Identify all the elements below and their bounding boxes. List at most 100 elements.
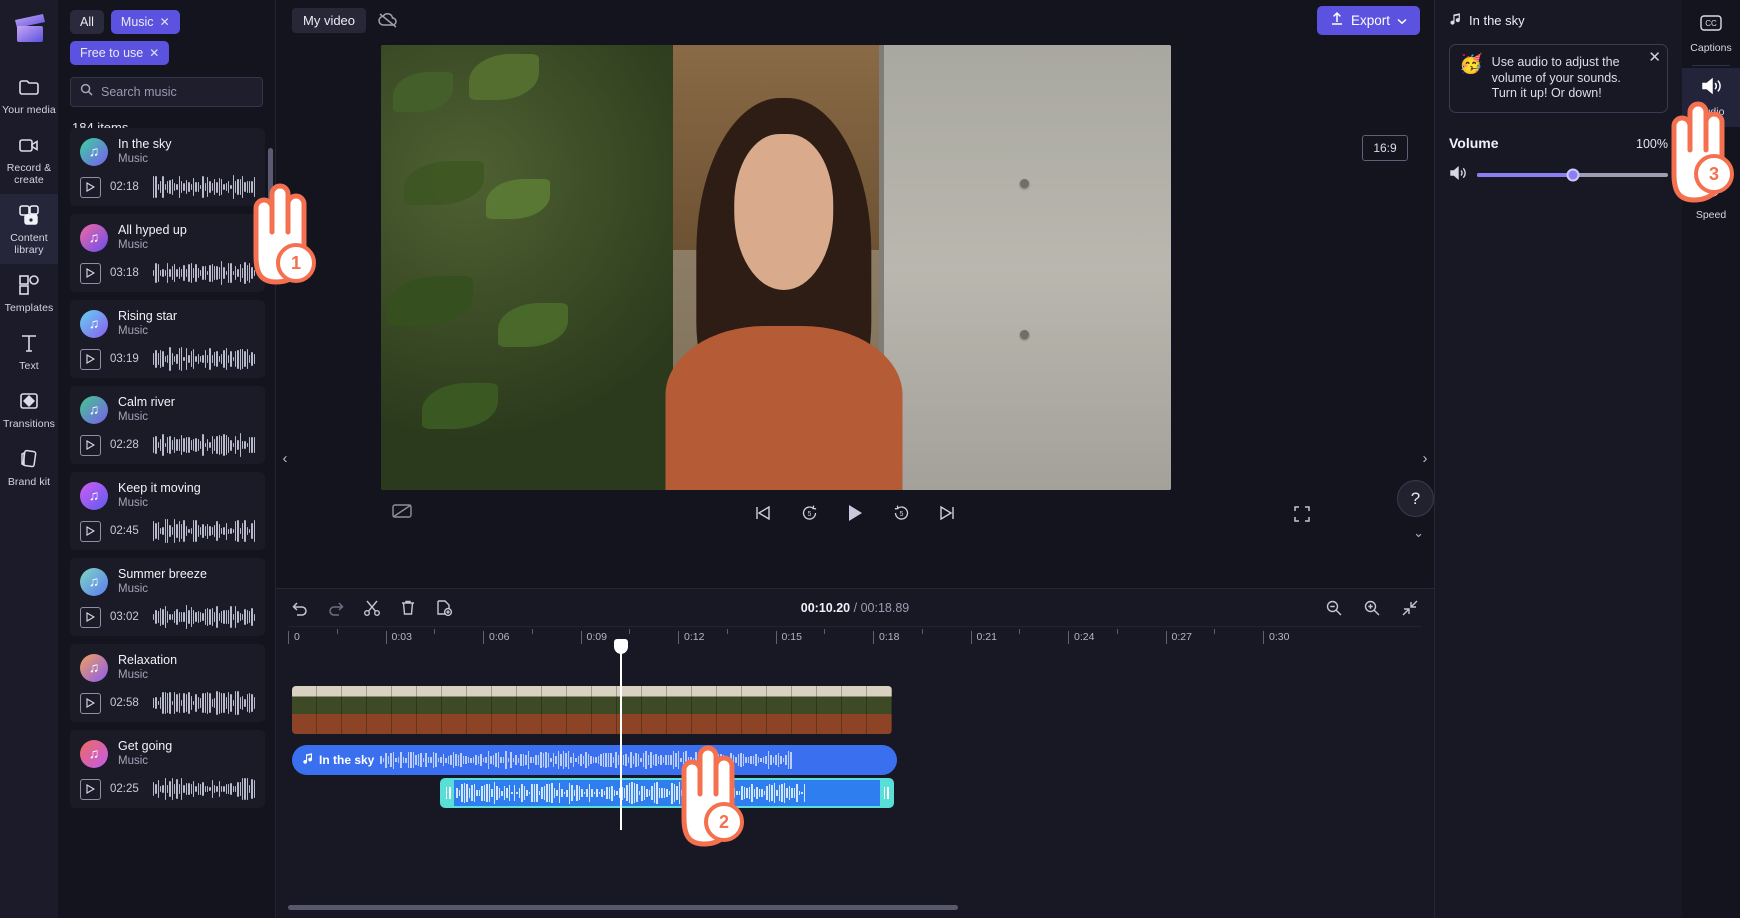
volume-slider-fill <box>1477 173 1573 177</box>
filter-chip-free-to-use[interactable]: Free to use ✕ <box>70 41 170 65</box>
tab-label: Audio <box>1697 106 1725 118</box>
speaker-icon[interactable] <box>1449 165 1467 186</box>
partying-face-emoji: 🥳 <box>1459 54 1483 75</box>
cc-icon: CC <box>1699 14 1723 37</box>
play-icon[interactable] <box>80 434 101 456</box>
list-item[interactable]: ♫ Summer breeze Music 03:02 <box>70 558 265 636</box>
play-icon[interactable] <box>80 606 101 628</box>
tab-speed[interactable]: Speed <box>1682 169 1740 230</box>
filter-chip-all[interactable]: All <box>70 10 104 34</box>
export-button[interactable]: Export <box>1316 5 1420 35</box>
zoom-out-icon[interactable] <box>1322 596 1346 620</box>
ruler-minor-tick <box>824 629 826 634</box>
trash-icon[interactable] <box>396 596 420 620</box>
duplicate-icon[interactable] <box>432 596 456 620</box>
list-item[interactable]: ♫ Relaxation Music 02:58 <box>70 644 265 722</box>
properties-header: In the sky <box>1449 12 1668 28</box>
skip-start-icon[interactable] <box>751 501 775 525</box>
song-category: Music <box>118 497 149 509</box>
audio-icon <box>1699 76 1723 101</box>
tooltip-text: Use audio to adjust the volume of your s… <box>1491 55 1621 100</box>
play-icon[interactable] <box>80 692 101 714</box>
play-icon[interactable] <box>80 262 101 284</box>
play-icon[interactable] <box>80 520 101 542</box>
fit-timeline-icon[interactable] <box>1398 596 1422 620</box>
templates-icon <box>17 273 41 297</box>
search-music-box[interactable] <box>70 77 263 107</box>
song-duration: 02:18 <box>110 181 139 193</box>
timeline-scrollbar[interactable] <box>288 905 958 910</box>
panel-scrollbar[interactable] <box>268 148 273 268</box>
fullscreen-icon[interactable] <box>1292 504 1314 526</box>
player-controls: 5 5 <box>276 495 1434 535</box>
forward-5-icon[interactable]: 5 <box>889 501 913 525</box>
search-input[interactable] <box>101 85 253 99</box>
close-icon[interactable]: ✕ <box>160 16 170 28</box>
sidebar-item-your-media[interactable]: Your media <box>0 66 58 124</box>
list-item[interactable]: ♫ Rising star Music 03:19 <box>70 300 265 378</box>
video-preview[interactable] <box>381 45 1171 490</box>
list-item[interactable]: ♫ Get going Music 02:25 <box>70 730 265 808</box>
audio-clip[interactable] <box>440 778 894 808</box>
tab-audio[interactable]: Audio <box>1682 68 1740 127</box>
music-clip[interactable]: In the sky <box>292 745 897 775</box>
zoom-in-icon[interactable] <box>1360 596 1384 620</box>
sidebar-item-templates[interactable]: Templates <box>0 264 58 322</box>
sidebar-item-brand-kit[interactable]: Brand kit <box>0 438 58 496</box>
list-item[interactable]: ♫ Keep it moving Music 02:45 <box>70 472 265 550</box>
ruler-minor-tick <box>1214 629 1216 634</box>
song-category: Music <box>118 239 149 251</box>
song-title: Keep it moving <box>118 481 201 495</box>
trim-handle-right[interactable] <box>880 780 892 806</box>
close-icon[interactable]: ✕ <box>1648 50 1661 65</box>
collapse-right-panel-chevron[interactable]: › <box>1418 438 1432 478</box>
chevron-down-icon[interactable]: ⌄ <box>1413 525 1424 541</box>
video-clip[interactable] <box>292 686 892 734</box>
svg-text:5: 5 <box>807 511 811 518</box>
trim-handle-left[interactable] <box>442 780 454 806</box>
volume-slider-thumb[interactable] <box>1566 168 1579 182</box>
song-duration: 03:19 <box>110 353 139 365</box>
close-icon[interactable]: ✕ <box>149 47 159 59</box>
list-item[interactable]: ♫ In the sky Music 02:18 <box>70 128 265 206</box>
tab-label: Speed <box>1695 209 1727 221</box>
captions-off-icon[interactable] <box>391 503 415 527</box>
play-icon[interactable] <box>80 348 101 370</box>
list-item[interactable]: ♫ Calm river Music 02:28 <box>70 386 265 464</box>
clipchamp-editor: Your media Record & create Content libra… <box>0 0 1740 918</box>
skip-end-icon[interactable] <box>935 501 959 525</box>
time-separator: / <box>853 600 858 615</box>
scissors-icon[interactable] <box>360 596 384 620</box>
sidebar-item-text[interactable]: Text <box>0 322 58 380</box>
cloud-off-icon[interactable] <box>376 8 400 32</box>
sidebar-item-transitions[interactable]: Transitions <box>0 380 58 438</box>
song-thumbnail: ♫ <box>80 739 108 768</box>
timeline-ruler[interactable]: 0 0:03 0:06 0:09 0:12 0:15 0:18 0:21 0:24 0:27 0:3… <box>288 626 1422 648</box>
filter-chip-music[interactable]: Music ✕ <box>110 10 180 34</box>
help-button[interactable]: ? <box>1397 480 1434 517</box>
collapse-left-panel-chevron[interactable]: ‹ <box>278 438 292 478</box>
tab-captions[interactable]: CC Captions <box>1682 6 1740 63</box>
list-item[interactable]: ♫ All hyped up Music 03:18 <box>70 214 265 292</box>
music-list[interactable]: ♫ In the sky Music 02:18 ♫ All hyped up … <box>58 128 275 918</box>
volume-slider-row[interactable] <box>1449 165 1668 186</box>
play-icon[interactable] <box>80 778 101 800</box>
timeline-tracks[interactable]: In the sky <box>288 639 1422 848</box>
song-waveform <box>153 174 255 200</box>
redo-icon[interactable] <box>324 596 348 620</box>
project-title-input[interactable]: My video <box>292 7 367 33</box>
app-logo-icon[interactable] <box>7 8 51 48</box>
song-title: In the sky <box>118 137 172 151</box>
table-row[interactable] <box>292 686 892 734</box>
playhead[interactable] <box>614 639 628 830</box>
play-icon[interactable] <box>843 501 867 525</box>
sidebar-item-content-library[interactable]: Content library <box>0 194 58 264</box>
play-icon[interactable] <box>80 176 101 198</box>
volume-slider-track[interactable] <box>1477 168 1668 182</box>
undo-icon[interactable] <box>288 596 312 620</box>
rewind-5-icon[interactable]: 5 <box>797 501 821 525</box>
song-category: Music <box>118 153 149 165</box>
sidebar-item-record-create[interactable]: Record & create <box>0 124 58 194</box>
chip-label: Music <box>120 15 154 29</box>
aspect-ratio-button[interactable]: 16:9 <box>1362 135 1408 161</box>
